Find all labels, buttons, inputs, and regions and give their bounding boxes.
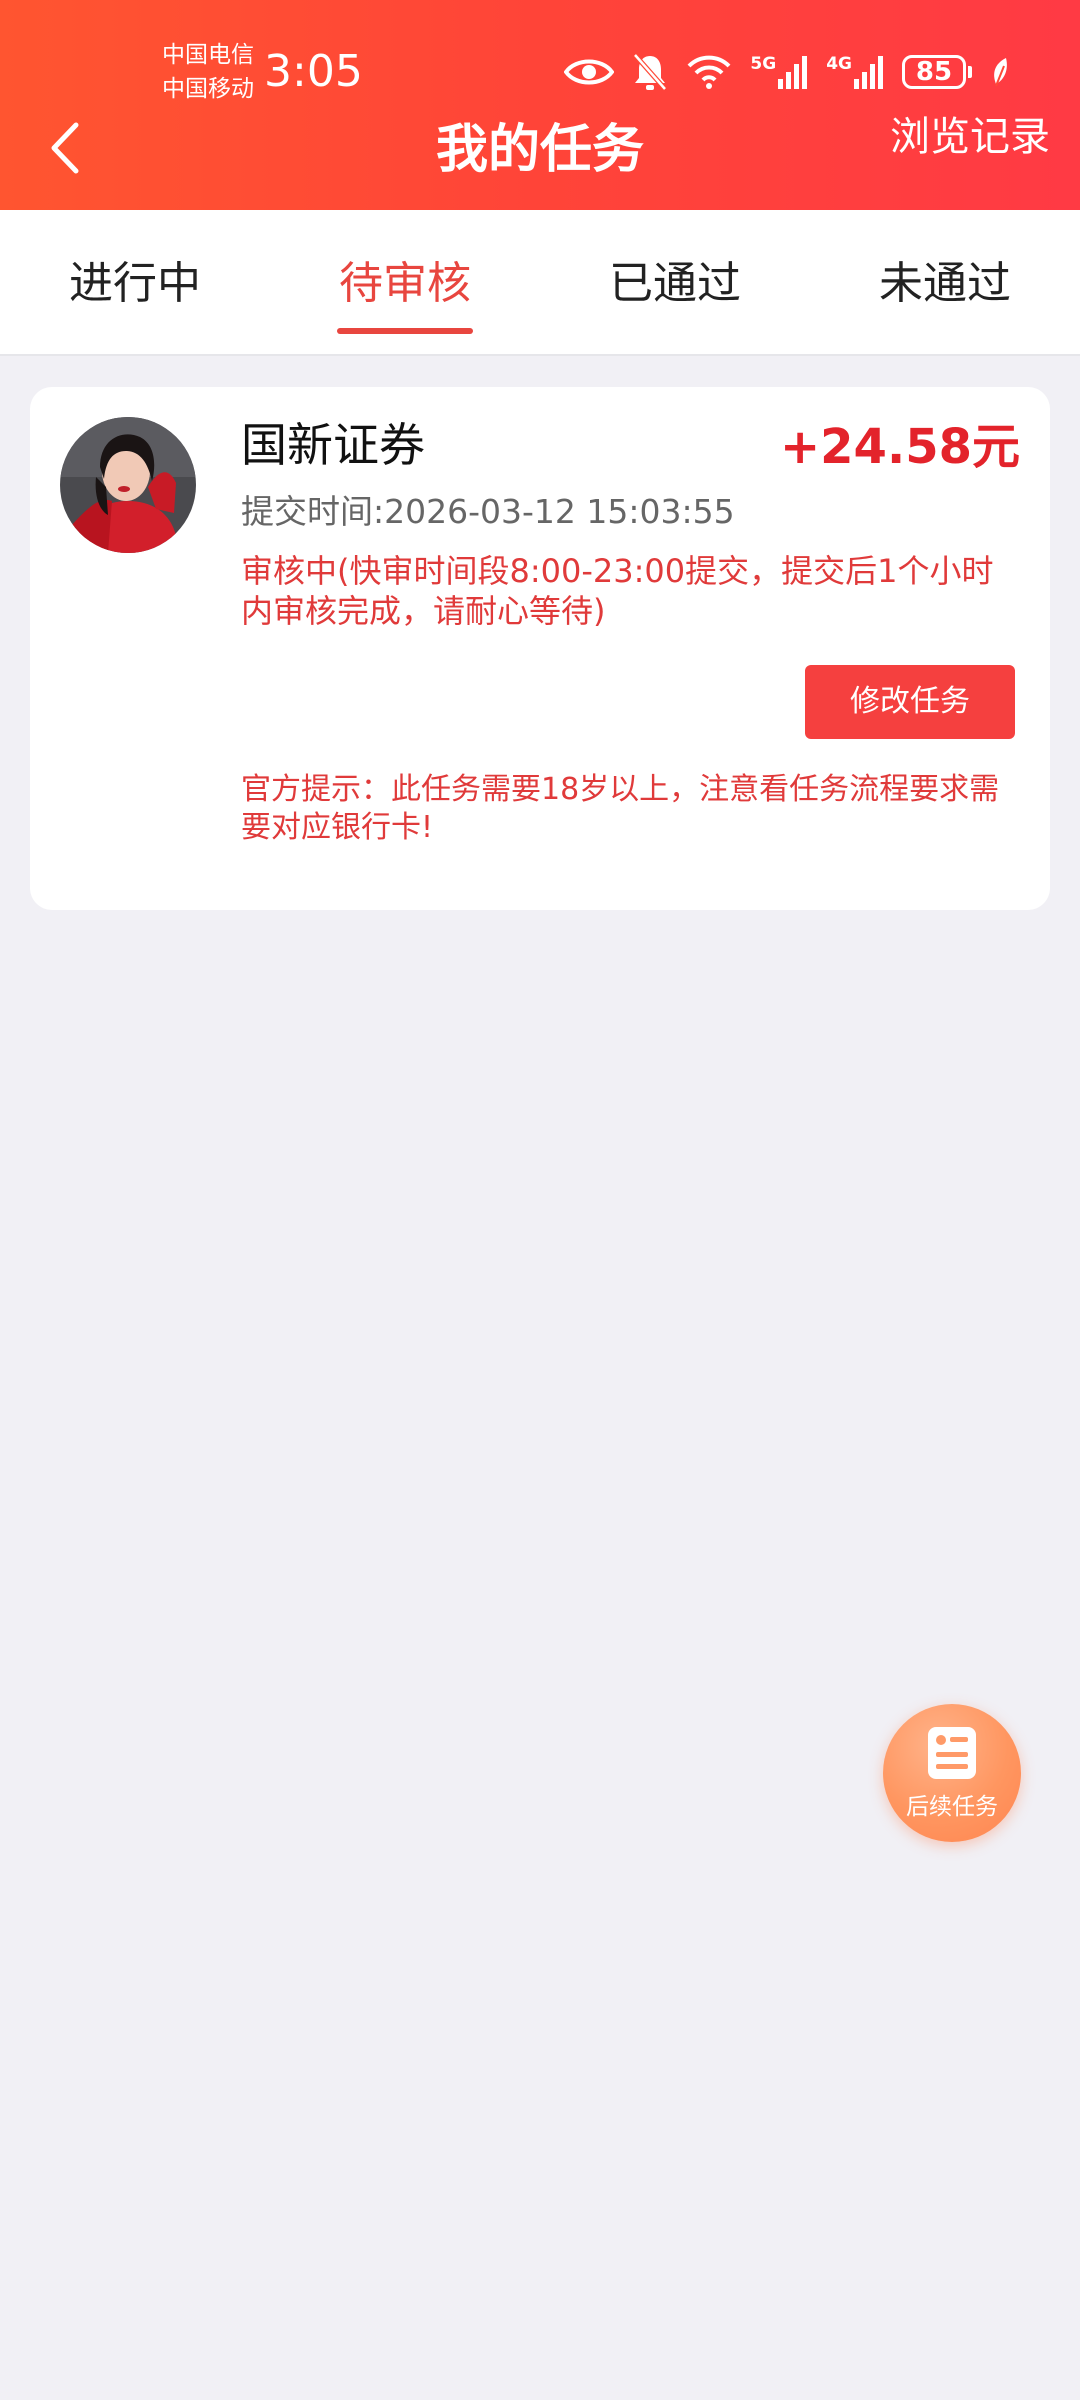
back-button[interactable] <box>20 100 110 200</box>
app-header: 中国电信 中国移动 3:05 5G 4G 85 我的任务 浏览记录 <box>0 0 1080 210</box>
carrier-info: 中国电信 中国移动 <box>162 38 254 106</box>
follow-up-tasks-button[interactable]: 后续任务 <box>883 1704 1021 1842</box>
tab-rejected[interactable]: 未通过 <box>810 210 1080 354</box>
tab-in-progress[interactable]: 进行中 <box>0 210 270 354</box>
bell-off-icon <box>632 52 668 92</box>
task-name: 国新证券 <box>241 418 425 472</box>
nav-bar: 我的任务 浏览记录 <box>0 100 1080 210</box>
network-label-2: 4G <box>826 54 852 74</box>
tab-label: 未通过 <box>879 258 1011 309</box>
browse-history-link[interactable]: 浏览记录 <box>890 100 1050 200</box>
status-clock: 3:05 <box>264 46 363 97</box>
eye-icon <box>564 55 615 89</box>
battery-level: 85 <box>902 55 966 89</box>
carrier-1: 中国电信 <box>162 42 254 68</box>
task-card[interactable]: 国新证券 +24.58元 提交时间:2026-03-12 15:03:55 审核… <box>30 387 1050 910</box>
tab-label: 进行中 <box>69 258 201 309</box>
document-list-icon <box>925 1724 979 1786</box>
battery-icon: 85 <box>902 55 972 89</box>
tab-label: 已通过 <box>609 258 741 309</box>
wifi-icon <box>686 54 732 90</box>
fab-label: 后续任务 <box>906 1794 998 1820</box>
chevron-left-icon <box>48 121 82 179</box>
leaf-icon <box>990 56 1010 88</box>
tab-pending-review[interactable]: 待审核 <box>270 210 540 354</box>
task-status-tabs: 进行中 待审核 已通过 未通过 <box>0 210 1080 356</box>
tab-passed[interactable]: 已通过 <box>540 210 810 354</box>
task-reward: +24.58元 <box>779 419 1020 475</box>
status-icons: 5G 4G 85 <box>564 50 1010 94</box>
avatar <box>60 417 196 553</box>
tab-label: 待审核 <box>339 258 471 309</box>
modify-task-button[interactable]: 修改任务 <box>805 665 1015 739</box>
active-tab-indicator <box>337 328 473 334</box>
signal-4g-icon: 4G <box>826 55 884 89</box>
official-tip-text: 官方提示：此任务需要18岁以上，注意看任务流程要求需要对应银行卡! <box>241 772 1000 845</box>
review-status-text: 审核中(快审时间段8:00-23:00提交，提交后1个小时内审核完成，请耐心等待… <box>241 552 994 630</box>
signal-5g-icon: 5G <box>750 55 808 89</box>
network-label-1: 5G <box>750 54 777 74</box>
submit-time: 提交时间:2026-03-12 15:03:55 <box>241 492 735 531</box>
